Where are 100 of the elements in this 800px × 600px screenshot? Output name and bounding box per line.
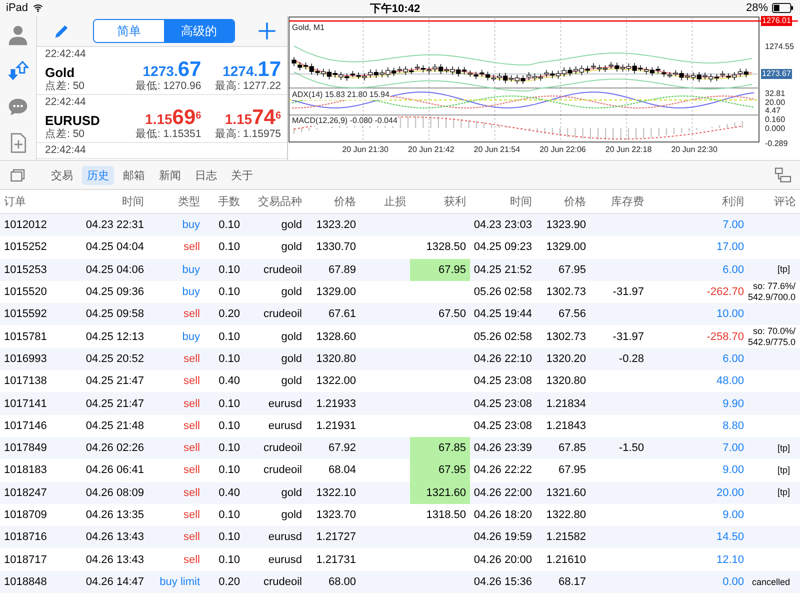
column-header: 时间 <box>121 195 145 210</box>
column-header: 交易品种 <box>257 194 303 210</box>
battery-icon <box>772 3 794 13</box>
macd-title: MACD(12,26,9) -0.080 -0.044 <box>291 116 398 126</box>
table-cell-text: sell <box>182 552 201 568</box>
table-cell-text: 1015520 <box>3 285 48 300</box>
table-cell-text: 04.25 19:44 <box>472 307 533 322</box>
tab[interactable]: 关于 <box>226 166 258 184</box>
table-cell-text: 67.95 <box>557 463 587 478</box>
table-cell-text: 1017146 <box>3 418 48 434</box>
table-cell-text: gold <box>280 508 303 523</box>
table-cell-text: 1322.00 <box>315 374 357 390</box>
table-cell-text: 1322.80 <box>545 508 587 523</box>
table-cell-text: -258.70 <box>706 330 745 345</box>
comment-cell-text: [tp] <box>776 486 791 500</box>
time-axis-label: 20 Jun 21:42 <box>407 145 456 155</box>
chart-title: Gold, M1 <box>291 23 326 33</box>
tab[interactable]: 日志 <box>190 166 222 184</box>
table-cell-text: crudeoil <box>262 441 303 456</box>
tab[interactable]: 邮箱 <box>118 166 150 184</box>
adx-title: ADX(14) 15.83 21.80 15.94 <box>291 90 390 100</box>
table-cell-text: 1015252 <box>3 240 48 256</box>
clock-time: 下午10:42 <box>370 2 420 16</box>
table-cell-text: gold <box>280 285 303 300</box>
table-cell-text: 04.25 20:52 <box>84 352 145 367</box>
current-price-label: 1273.67 <box>761 69 792 79</box>
table-cell-text: gold <box>280 352 303 367</box>
table-cell-text: 6.00 <box>722 352 745 367</box>
table-cell-text: 05.26 02:58 <box>472 285 533 300</box>
table-cell-text: 17.00 <box>715 240 745 256</box>
table-cell-text: 04.26 13:35 <box>84 508 145 523</box>
table-cell-text: sell <box>182 441 201 456</box>
table-cell-text: 67.56 <box>557 307 587 322</box>
time-axis-label: 20 Jun 21:30 <box>341 145 390 155</box>
table-cell-text: eurusd <box>267 552 303 568</box>
table-cell-text: 04.26 22:22 <box>472 463 533 478</box>
table-cell-text: sell <box>182 463 201 478</box>
table-cell-text: 1015781 <box>3 330 48 345</box>
table-cell-text: 1018716 <box>3 530 48 546</box>
table-cell-text: buy <box>181 330 201 345</box>
table-cell-text: 1320.80 <box>315 352 357 367</box>
table-cell-text: 04.26 08:09 <box>84 486 145 501</box>
table-cell-text: 04.26 06:41 <box>84 463 145 478</box>
table-cell-text: 12.10 <box>715 552 745 568</box>
table-cell-text: gold <box>280 218 303 234</box>
table-cell-text: -262.70 <box>706 285 745 300</box>
mode-tab[interactable]: 高级的 <box>164 20 234 42</box>
table-cell-text: 1318.50 <box>425 508 467 523</box>
column-header: 评论 <box>773 195 797 210</box>
table-cell-text: sell <box>182 418 201 434</box>
add-button[interactable] <box>257 21 277 41</box>
table-cell-text: 04.25 12:13 <box>84 330 145 345</box>
quote-time: 22:42:44 <box>45 96 87 109</box>
table-cell: 67.95 <box>410 258 470 281</box>
table-cell-text: 04.25 09:58 <box>84 307 145 322</box>
macd-axis-label: -0.289 <box>764 139 789 149</box>
bid-price: 1.1569$^{6}$ <box>145 109 202 128</box>
price-line-label: 1276.01 <box>761 16 792 26</box>
table-cell-text: 0.10 <box>218 218 241 234</box>
table-cell: 1321.60 <box>410 482 470 504</box>
quote-time: 22:42:44 <box>45 144 87 157</box>
table-cell-text: 1320.80 <box>545 374 587 390</box>
tab[interactable]: 交易 <box>46 166 78 184</box>
table-cell-text: 67.50 <box>437 307 467 322</box>
table-cell-text: 04.23 22:31 <box>84 218 145 234</box>
column-header: 手数 <box>217 195 241 210</box>
table-cell-text: 20.00 <box>715 486 745 501</box>
battery-percent: 28% <box>746 2 768 14</box>
table-cell-text: 1017849 <box>3 441 48 456</box>
tab[interactable]: 新闻 <box>154 166 186 184</box>
table-cell-text: 04.26 13:43 <box>84 530 145 546</box>
table-cell-text: sell <box>182 352 201 367</box>
mode-tab[interactable]: 简单 <box>94 20 164 42</box>
table-cell-text: 1323.70 <box>315 508 357 523</box>
table-cell-text: 0.10 <box>218 330 241 345</box>
table-cell-text: 04.25 04:06 <box>84 262 145 278</box>
time-axis-label: 20 Jun 21:54 <box>472 145 522 155</box>
table-cell-text: 1.21727 <box>315 530 357 546</box>
table-cell: 67.85 <box>410 436 470 460</box>
table-cell-text: 1302.73 <box>545 330 587 345</box>
device-name: iPad <box>6 2 28 14</box>
table-cell-text: gold <box>280 486 303 501</box>
table-cell-text: 04.26 20:00 <box>472 552 533 568</box>
table-cell-text: 04.25 21:47 <box>84 374 145 390</box>
table-cell-text: 10.00 <box>715 307 745 322</box>
table-cell-text: 04.26 22:00 <box>472 486 533 501</box>
adx-axis-label: 4.47 <box>764 106 782 116</box>
table-cell-text: gold <box>280 330 303 345</box>
table-cell-text: -31.97 <box>612 285 645 300</box>
layout-icon <box>774 166 792 184</box>
table-cell-text: 1018709 <box>3 508 48 523</box>
column-header: 止损 <box>383 195 407 210</box>
table-cell-text: 04.25 21:48 <box>84 418 145 434</box>
table-cell-text: 67.61 <box>327 307 357 322</box>
table-cell-text: sell <box>182 240 201 256</box>
table-cell-text: -1.50 <box>618 441 645 456</box>
table-cell-text: 04.25 04:04 <box>84 240 145 256</box>
table-cell-text: 1328.60 <box>315 330 357 345</box>
comment-cell-text: [tp] <box>776 442 791 455</box>
table-cell-text: sell <box>182 307 201 322</box>
